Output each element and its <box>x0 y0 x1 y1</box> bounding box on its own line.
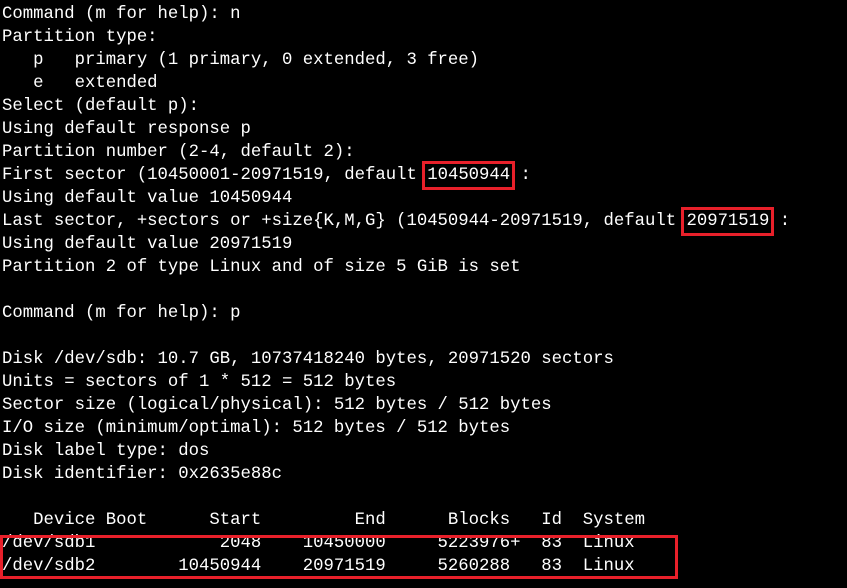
terminal-line-last-sector: Last sector, +sectors or +size{K,M,G} (1… <box>2 207 847 236</box>
last-sector-suffix: : <box>769 212 791 231</box>
terminal-line: Partition number (2-4, default 2): <box>2 143 355 162</box>
terminal-line: Using default response p <box>2 120 251 139</box>
terminal-line-first-sector: First sector (10450001-20971519, default… <box>2 161 847 190</box>
terminal-line: Disk /dev/sdb: 10.7 GB, 10737418240 byte… <box>2 350 614 369</box>
terminal-line: Disk label type: dos <box>2 442 210 461</box>
first-sector-suffix: : <box>510 166 531 185</box>
first-sector-default-highlight: 10450944 <box>422 161 516 190</box>
terminal-line: Partition 2 of type Linux and of size 5 … <box>2 258 521 277</box>
terminal-line: Command (m for help): p <box>2 304 241 323</box>
last-sector-default-highlight: 20971519 <box>681 207 775 236</box>
terminal-line: Select (default p): <box>2 97 200 116</box>
terminal-line: Using default value 10450944 <box>2 189 293 208</box>
terminal-line: Command (m for help): n <box>2 5 241 24</box>
first-sector-prompt: First sector (10450001-20971519, default <box>2 166 428 185</box>
terminal-line: Partition type: <box>2 28 158 47</box>
terminal-line: p primary (1 primary, 0 extended, 3 free… <box>2 51 480 70</box>
terminal-line: Units = sectors of 1 * 512 = 512 bytes <box>2 373 397 392</box>
last-sector-prompt: Last sector, +sectors or +size{K,M,G} (1… <box>2 212 687 231</box>
partition-table-highlight-box <box>0 535 678 579</box>
partition-table-header: Device Boot Start End Blocks Id System <box>2 511 645 530</box>
terminal-line: I/O size (minimum/optimal): 512 bytes / … <box>2 419 511 438</box>
terminal-line: Disk identifier: 0x2635e88c <box>2 465 283 484</box>
terminal-line: e extended <box>2 74 158 93</box>
terminal-line: Sector size (logical/physical): 512 byte… <box>2 396 552 415</box>
terminal-line: Using default value 20971519 <box>2 235 293 254</box>
terminal-window[interactable]: Command (m for help): n Partition type: … <box>0 0 847 588</box>
